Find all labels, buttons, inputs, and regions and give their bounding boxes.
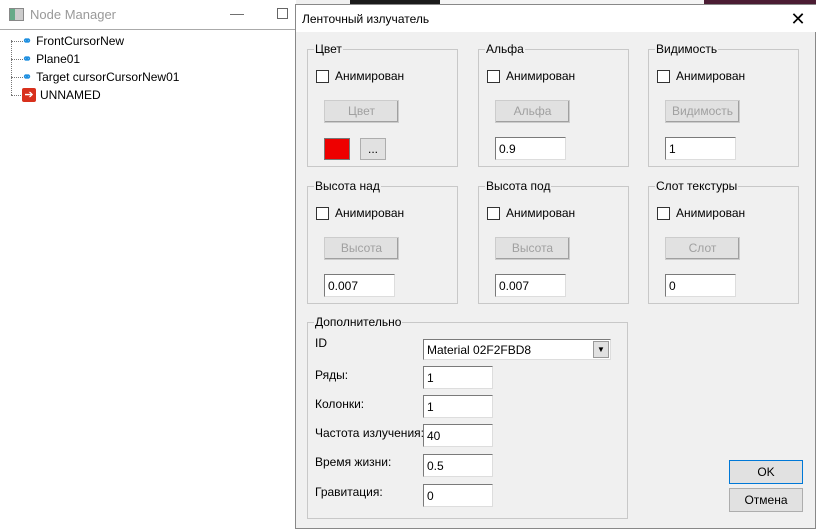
gravity-input[interactable]: 0 [423, 484, 493, 507]
bone-icon: ⚭ [22, 52, 33, 66]
height-below-group: Высота под Анимирован Высота 0.007 [478, 179, 629, 304]
visibility-group: Видимость Анимирован Видимость 1 [648, 42, 799, 167]
group-title: Видимость [656, 42, 718, 56]
rows-input[interactable]: 1 [423, 366, 493, 389]
group-title: Альфа [486, 42, 524, 56]
bone-icon: ⚭ [22, 34, 33, 48]
lifetime-label: Время жизни: [315, 455, 392, 469]
rate-label: Частота излучения: [315, 426, 424, 440]
group-title: Слот текстуры [656, 179, 738, 193]
dialog-title: Ленточный излучатель [302, 12, 430, 26]
height-below-input[interactable]: 0.007 [495, 274, 566, 297]
texture-slot-animated-checkbox[interactable]: Анимирован [657, 206, 745, 220]
texture-slot-button[interactable]: Слот [665, 237, 740, 260]
color-group: Цвет Анимирован Цвет ... [307, 42, 458, 167]
height-above-input[interactable]: 0.007 [324, 274, 395, 297]
id-select[interactable]: Material 02F2FBD8 ▼ [423, 339, 611, 360]
visibility-input[interactable]: 1 [665, 137, 736, 160]
cancel-button[interactable]: Отмена [729, 488, 803, 512]
tree-item-label: Plane01 [36, 52, 81, 66]
height-below-button[interactable]: Высота [495, 237, 570, 260]
height-below-animated-checkbox[interactable]: Анимирован [487, 206, 575, 220]
visibility-button[interactable]: Видимость [665, 100, 740, 123]
chevron-down-icon[interactable]: ▼ [593, 341, 609, 358]
gravity-label: Гравитация: [315, 485, 383, 499]
checkbox-label: Анимирован [335, 69, 405, 83]
height-above-animated-checkbox[interactable]: Анимирован [316, 206, 404, 220]
node-manager-window: Node Manager — ⚭ FrontCursorNew ⚭ Plane01 … [0, 0, 296, 529]
cols-input[interactable]: 1 [423, 395, 493, 418]
ribbon-emitter-dialog: Ленточный излучатель ✕ Цвет Анимирован Ц… [295, 4, 816, 529]
color-button[interactable]: Цвет [324, 100, 399, 123]
checkbox-label: Анимирован [506, 69, 576, 83]
app-icon [9, 8, 24, 21]
checkbox-label: Анимирован [506, 206, 576, 220]
cols-label: Колонки: [315, 397, 365, 411]
checkbox-label: Анимирован [676, 206, 746, 220]
alpha-input[interactable]: 0.9 [495, 137, 566, 160]
tree-item[interactable]: ⚭ Plane01 [22, 50, 80, 68]
tree-item[interactable]: ⚭ Target cursorCursorNew01 [22, 68, 179, 86]
extra-group: Дополнительно ID Material 02F2FBD8 ▼ Ряд… [307, 315, 628, 519]
alpha-button[interactable]: Альфа [495, 100, 570, 123]
checkbox-label: Анимирован [335, 206, 405, 220]
texture-slot-group: Слот текстуры Анимирован Слот 0 [648, 179, 799, 304]
visibility-animated-checkbox[interactable]: Анимирован [657, 69, 745, 83]
rate-input[interactable]: 40 [423, 424, 493, 447]
id-select-value: Material 02F2FBD8 [427, 343, 532, 357]
close-button[interactable]: ✕ [786, 8, 810, 30]
color-picker-button[interactable]: ... [360, 138, 386, 160]
tree-item[interactable]: ⚭ FrontCursorNew [22, 32, 124, 50]
texture-slot-input[interactable]: 0 [665, 274, 736, 297]
tree-item[interactable]: ➔ UNNAMED [22, 86, 101, 104]
group-title: Высота над [315, 179, 380, 193]
minimize-button[interactable]: — [230, 5, 244, 21]
height-above-button[interactable]: Высота [324, 237, 399, 260]
group-title: Высота под [486, 179, 551, 193]
tree-item-label: UNNAMED [40, 88, 101, 102]
color-animated-checkbox[interactable]: Анимирован [316, 69, 404, 83]
id-label: ID [315, 336, 327, 350]
dialog-titlebar: Ленточный излучатель ✕ [296, 5, 816, 32]
arrow-right-icon: ➔ [22, 88, 36, 102]
node-manager-title: Node Manager [30, 7, 116, 22]
tree-item-label: FrontCursorNew [36, 34, 125, 48]
alpha-animated-checkbox[interactable]: Анимирован [487, 69, 575, 83]
group-title: Дополнительно [315, 315, 402, 329]
node-manager-titlebar: Node Manager — [0, 0, 296, 30]
height-above-group: Высота над Анимирован Высота 0.007 [307, 179, 458, 304]
rows-label: Ряды: [315, 368, 349, 382]
bone-icon: ⚭ [22, 70, 33, 84]
group-title: Цвет [315, 42, 342, 56]
alpha-group: Альфа Анимирован Альфа 0.9 [478, 42, 629, 167]
tree-item-label: Target cursorCursorNew01 [36, 70, 180, 84]
maximize-button[interactable] [277, 8, 288, 19]
lifetime-input[interactable]: 0.5 [423, 454, 493, 477]
ok-button[interactable]: OK [729, 460, 803, 484]
checkbox-label: Анимирован [676, 69, 746, 83]
color-swatch[interactable] [324, 138, 350, 160]
